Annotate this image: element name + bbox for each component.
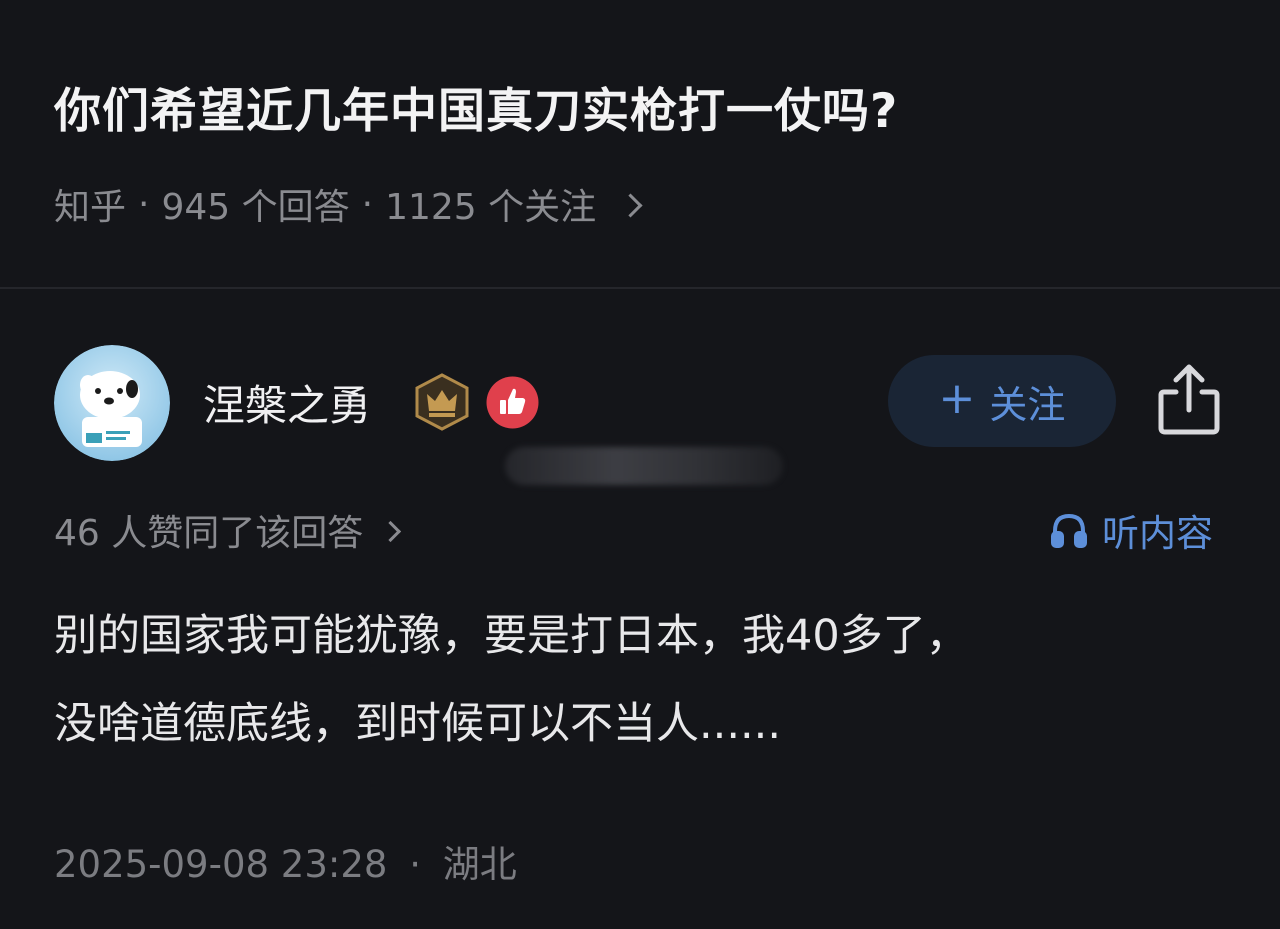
crown-badge-icon[interactable] [414, 373, 470, 431]
author-bio-blurred [505, 447, 783, 485]
answer-body[interactable]: 别的国家我可能犹豫，要是打日本，我40多了， 没啥道德底线，到时候可以不当人..… [54, 592, 1234, 768]
answer-line: 没啥道德底线，到时候可以不当人...... [54, 699, 782, 749]
follow-label: 关注 [989, 382, 1066, 427]
answers-count: 945 个回答 [161, 187, 350, 228]
answer-location: 湖北 [442, 843, 517, 886]
plus-icon: + [938, 373, 976, 424]
followers-count: 1125 个关注 [385, 187, 597, 228]
divider [0, 287, 1280, 289]
avatar[interactable] [54, 345, 170, 461]
listen-button[interactable]: 听内容 [1050, 503, 1213, 557]
vote-count-label: 46 人赞同了该回答 [54, 513, 364, 554]
separator-dot: · [138, 183, 150, 225]
answer-footer: 2025-09-08 23:28 · 湖北 [54, 834, 517, 888]
separator-dot: · [361, 183, 374, 225]
thumbs-up-badge-icon[interactable] [485, 375, 540, 430]
author-name[interactable]: 涅槃之勇 [203, 372, 371, 433]
question-meta[interactable]: 知乎 · 945 个回答 · 1125 个关注 [54, 178, 643, 230]
zhihu-answer-page: 你们希望近几年中国真刀实枪打一仗吗? 知乎 · 945 个回答 · 1125 个… [0, 0, 1280, 929]
listen-label: 听内容 [1102, 512, 1213, 555]
separator-dot: · [409, 843, 421, 886]
chevron-right-icon [618, 192, 643, 218]
follow-button[interactable]: + 关注 [888, 355, 1116, 447]
answer-line: 别的国家我可能犹豫，要是打日本，我40多了， [54, 611, 969, 661]
answer-timestamp: 2025-09-08 23:28 [54, 843, 388, 886]
question-source: 知乎 [54, 187, 127, 228]
chevron-right-icon [380, 520, 402, 542]
headphones-icon [1051, 513, 1087, 548]
question-title[interactable]: 你们希望近几年中国真刀实枪打一仗吗? [54, 72, 898, 141]
vote-count[interactable]: 46 人赞同了该回答 [54, 504, 402, 556]
share-icon[interactable] [1156, 362, 1222, 436]
